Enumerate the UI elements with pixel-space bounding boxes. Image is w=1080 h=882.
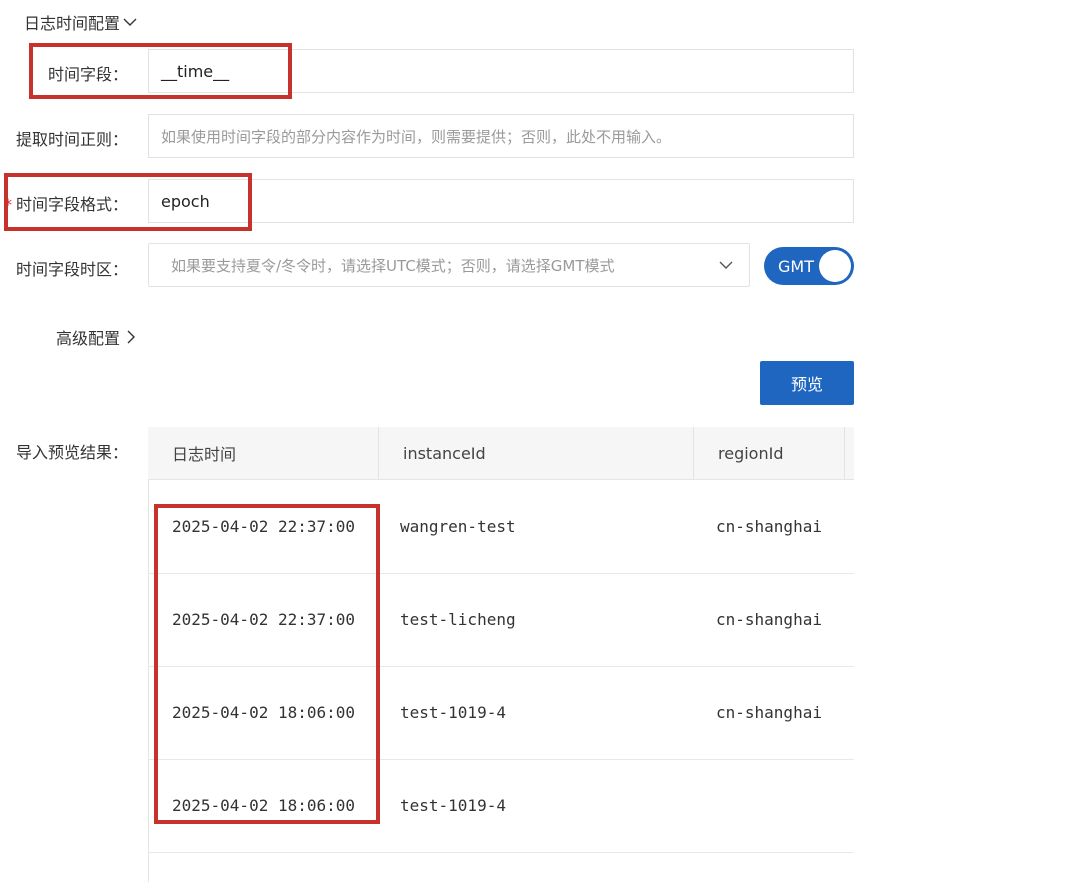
highlight-box-time-format: [4, 173, 252, 231]
extract-regex-label: 提取时间正则：: [15, 130, 128, 149]
timezone-mode-toggle[interactable]: GMT: [764, 247, 854, 285]
highlight-box-log-time-column: [154, 504, 380, 824]
chevron-down-icon: [123, 18, 137, 26]
column-header-region-id[interactable]: regionId: [694, 427, 845, 479]
column-header-log-time[interactable]: 日志时间: [148, 427, 379, 479]
cell-instance-id: test-licheng: [400, 610, 516, 629]
chevron-right-icon: [127, 330, 136, 344]
timezone-placeholder: 如果要支持夏令/冬令时，请选择UTC模式；否则，请选择GMT模式: [171, 256, 615, 275]
cell-instance-id: test-1019-4: [400, 796, 506, 815]
cell-region-id: cn-shanghai: [716, 703, 822, 722]
toggle-label: GMT: [778, 256, 814, 276]
chevron-down-icon: [719, 261, 733, 269]
cell-region-id: cn-shanghai: [716, 610, 822, 629]
cell-instance-id: wangren-test: [400, 517, 516, 536]
column-header-instance-id[interactable]: instanceId: [379, 427, 694, 479]
toggle-knob: [819, 250, 851, 282]
timezone-select[interactable]: 如果要支持夏令/冬令时，请选择UTC模式；否则，请选择GMT模式: [148, 243, 750, 287]
extract-regex-placeholder: 如果使用时间字段的部分内容作为时间，则需要提供；否则，此处不用输入。: [161, 127, 672, 146]
cell-region-id: cn-shanghai: [716, 517, 822, 536]
highlight-box-time-field: [29, 43, 292, 99]
import-preview-result-label: 导入预览结果：: [15, 443, 128, 462]
section-title-label: 日志时间配置: [24, 14, 121, 33]
timezone-label: 时间字段时区：: [15, 260, 128, 279]
section-title-log-time-config[interactable]: 日志时间配置: [24, 10, 138, 34]
advanced-config-label: 高级配置: [56, 329, 121, 348]
advanced-config-toggle[interactable]: 高级配置: [56, 325, 138, 349]
preview-button[interactable]: 预览: [760, 361, 854, 405]
cell-instance-id: test-1019-4: [400, 703, 506, 722]
extract-regex-input[interactable]: 如果使用时间字段的部分内容作为时间，则需要提供；否则，此处不用输入。: [148, 114, 854, 158]
time-format-input[interactable]: epoch: [148, 179, 854, 223]
table-header: 日志时间 instanceId regionId: [148, 427, 854, 480]
table-left-border: [148, 479, 149, 882]
